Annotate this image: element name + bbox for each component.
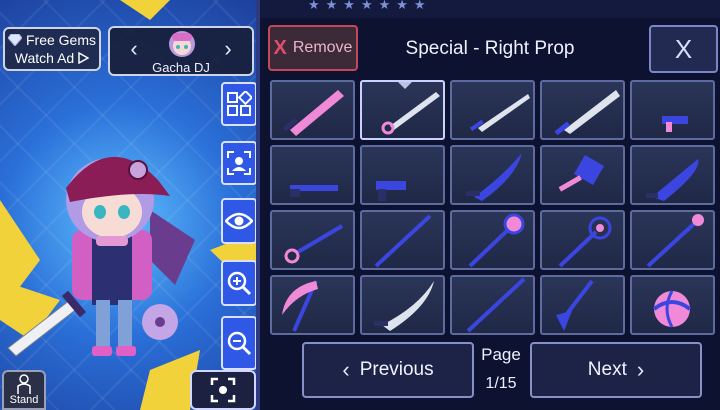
chevron-right-icon: ›: [636, 357, 645, 382]
eye-icon: [225, 212, 253, 230]
remove-x-icon: X: [273, 36, 287, 59]
beach-ball-icon: [652, 290, 692, 328]
cleaver-icon: [558, 154, 605, 192]
small-gun-icon: [662, 116, 688, 132]
magic-wand-icon: [646, 214, 704, 268]
prop-item-curved-blade[interactable]: [450, 145, 535, 205]
previous-label: Previous: [359, 359, 434, 380]
next-label: Next: [587, 359, 627, 380]
prop-item-knife[interactable]: [630, 145, 715, 205]
decorative-stars: ★★★★★★★: [308, 0, 432, 12]
prop-item-small-gun[interactable]: [630, 80, 715, 140]
page-label: Page: [481, 345, 521, 364]
zoom-in-button[interactable]: [221, 260, 257, 306]
prop-item-shotgun[interactable]: [270, 145, 355, 205]
prop-item-pink-sword[interactable]: [270, 80, 355, 140]
remove-label: Remove: [292, 39, 353, 56]
selected-marker: [398, 82, 412, 89]
knife-icon: [646, 159, 699, 201]
free-gems-button[interactable]: Free Gems Watch Ad: [3, 27, 101, 71]
spear-icon: [374, 214, 432, 268]
chevron-right-icon[interactable]: ›: [218, 36, 238, 62]
short-staff-icon: [284, 224, 344, 264]
ring-staff-icon: [558, 216, 612, 268]
prop-item-broad-sword[interactable]: [540, 80, 625, 140]
long-sword-icon: [469, 94, 530, 132]
stand-button[interactable]: Stand: [2, 370, 46, 410]
prop-item-pole[interactable]: [450, 275, 535, 335]
character-selector: ‹ › Gacha DJ: [108, 26, 254, 76]
prop-item-scythe[interactable]: [270, 275, 355, 335]
prop-item-cleaver[interactable]: [540, 145, 625, 205]
grid-layout-icon: [227, 91, 252, 116]
prop-item-ring-staff[interactable]: [540, 210, 625, 270]
broad-sword-icon: [554, 90, 620, 136]
camera-capture-icon: [227, 151, 251, 175]
person-icon: [17, 374, 31, 394]
game-screen: Free Gems Watch Ad ‹ › Gacha DJ Stand ★★…: [0, 0, 720, 410]
orb-staff-icon: [468, 213, 525, 268]
scythe-icon: [282, 280, 318, 332]
layout-button[interactable]: [221, 82, 257, 126]
item-grid: [270, 80, 715, 335]
prop-item-magic-wand[interactable]: [630, 210, 715, 270]
prop-item-short-staff[interactable]: [270, 210, 355, 270]
zoom-out-icon: [227, 331, 252, 356]
visibility-button[interactable]: [221, 198, 257, 244]
prop-item-scimitar[interactable]: [360, 275, 445, 335]
page-indicator: Page 1/15: [476, 345, 526, 393]
prop-item-steel-sword[interactable]: [360, 80, 445, 140]
focus-button[interactable]: [190, 370, 256, 410]
steel-sword-icon: [381, 92, 440, 135]
page-number: 1/15: [485, 375, 517, 392]
close-button[interactable]: X: [649, 25, 718, 73]
shotgun-icon: [290, 185, 338, 197]
pistol-icon: [376, 181, 406, 201]
previous-button[interactable]: ‹ Previous: [302, 342, 474, 398]
prop-item-spear[interactable]: [360, 210, 445, 270]
next-button[interactable]: Next ›: [530, 342, 702, 398]
diamond-icon: [7, 34, 22, 46]
play-triangle-icon: [78, 52, 90, 64]
free-gems-label: Free Gems: [25, 32, 96, 48]
prop-panel: ★★★★★★★ X Remove Special - Right Prop X …: [256, 0, 720, 410]
panel-header-strip: ★★★★★★★: [260, 0, 720, 18]
scimitar-icon: [374, 281, 434, 331]
zoom-in-icon: [227, 271, 252, 296]
panel-title: Special - Right Prop: [405, 38, 575, 59]
watch-ad-label: Watch Ad: [14, 50, 75, 66]
character-name: Gacha DJ: [152, 60, 210, 75]
pagination: ‹ Previous Page 1/15 Next ›: [260, 333, 720, 410]
character-avatar[interactable]: [166, 29, 198, 59]
focus-frame-icon: [210, 377, 236, 403]
character-illustration: [7, 156, 195, 357]
shovel-icon: [556, 279, 594, 331]
character-preview: Free Gems Watch Ad ‹ › Gacha DJ Stand: [0, 0, 262, 410]
prop-item-orb-staff[interactable]: [450, 210, 535, 270]
pole-icon: [466, 277, 526, 333]
zoom-out-button[interactable]: [221, 316, 257, 370]
pink-sword-icon: [282, 90, 344, 136]
remove-button[interactable]: X Remove: [268, 25, 358, 71]
stand-label: Stand: [9, 394, 39, 406]
prop-item-pistol[interactable]: [360, 145, 445, 205]
prop-item-beach-ball[interactable]: [630, 275, 715, 335]
chevron-left-icon[interactable]: ‹: [124, 36, 144, 62]
curved-blade-icon: [466, 153, 522, 201]
capture-button[interactable]: [221, 141, 257, 185]
chevron-left-icon: ‹: [342, 357, 350, 382]
prop-item-shovel[interactable]: [540, 275, 625, 335]
prop-item-long-sword[interactable]: [450, 80, 535, 140]
